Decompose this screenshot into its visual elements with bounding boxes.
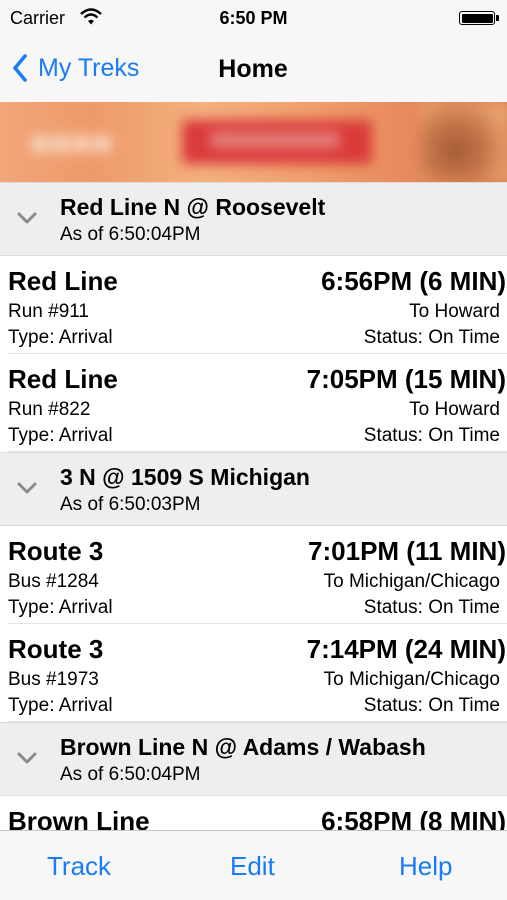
stop-updated-time: As of 6:50:04PM — [60, 224, 201, 245]
arrival-row[interactable]: Route 3 7:14PM (24 MIN) Bus #1973 To Mic… — [8, 624, 507, 722]
arrival-type: Type: Arrival — [8, 327, 113, 348]
arrival-row[interactable]: Red Line 6:56PM (6 MIN) Run #911 To Howa… — [8, 256, 507, 354]
arrivals-list[interactable]: Red Line N @ Roosevelt As of 6:50:04PM R… — [0, 182, 507, 830]
arrival-line: Route 3 — [8, 634, 104, 664]
arrival-vehicle: Run #822 — [8, 399, 91, 420]
status-clock: 6:50 PM — [219, 8, 288, 28]
stop-updated-time: As of 6:50:04PM — [60, 764, 201, 785]
arrival-vehicle: Bus #1284 — [8, 571, 99, 592]
chevron-down-icon[interactable] — [17, 752, 37, 764]
ad-banner-image: ■■■■ — [0, 102, 507, 182]
arrival-line: Brown Line — [8, 806, 150, 830]
stop-title: Red Line N @ Roosevelt — [60, 194, 326, 220]
arrival-type: Type: Arrival — [8, 597, 113, 618]
bottom-toolbar: Track Edit Help — [0, 830, 507, 900]
arrival-row[interactable]: Red Line 7:05PM (15 MIN) Run #822 To How… — [8, 354, 507, 452]
arrival-vehicle: Run #911 — [8, 301, 89, 322]
arrival-time: 6:56PM (6 MIN) — [321, 266, 506, 296]
page-title: Home — [0, 55, 507, 84]
ad-logo: ■■■■ — [30, 124, 113, 162]
arrival-vehicle: Bus #1973 — [8, 669, 99, 690]
arrival-status: Status: On Time — [363, 695, 500, 716]
page-title-text: Home — [218, 55, 288, 83]
arrival-row[interactable]: Route 3 7:01PM (11 MIN) Bus #1284 To Mic… — [8, 526, 507, 624]
ad-cta-text — [210, 132, 340, 148]
stop-section-header[interactable]: Red Line N @ Roosevelt As of 6:50:04PM — [0, 182, 507, 256]
arrival-status: Status: On Time — [363, 425, 500, 446]
arrival-type: Type: Arrival — [8, 695, 113, 716]
arrival-time: 7:14PM (24 MIN) — [306, 634, 506, 664]
arrival-destination: To Howard — [409, 399, 500, 420]
arrival-row[interactable]: Brown Line 6:58PM (8 MIN) — [8, 796, 507, 830]
status-bar: Carrier 6:50 PM — [0, 0, 507, 36]
arrival-time: 7:01PM (11 MIN) — [308, 536, 506, 566]
arrival-destination: To Howard — [409, 301, 500, 322]
ad-food-image — [420, 102, 507, 182]
battery-tip — [496, 15, 499, 21]
arrival-status: Status: On Time — [363, 597, 500, 618]
arrival-line: Red Line — [8, 266, 118, 296]
battery-icon — [459, 11, 495, 25]
help-button[interactable]: Help — [399, 851, 452, 882]
stop-section-header[interactable]: 3 N @ 1509 S Michigan As of 6:50:03PM — [0, 452, 507, 526]
edit-button[interactable]: Edit — [230, 851, 275, 882]
stop-section-header[interactable]: Brown Line N @ Adams / Wabash As of 6:50… — [0, 722, 507, 796]
stop-title: Brown Line N @ Adams / Wabash — [60, 734, 426, 760]
arrival-destination: To Michigan/Chicago — [323, 669, 500, 690]
chevron-down-icon[interactable] — [17, 482, 37, 494]
track-button[interactable]: Track — [47, 851, 111, 882]
navigation-bar: My Treks Home — [0, 36, 507, 102]
arrival-destination: To Michigan/Chicago — [323, 571, 500, 592]
stop-title: 3 N @ 1509 S Michigan — [60, 464, 310, 490]
stop-updated-time: As of 6:50:03PM — [60, 494, 201, 515]
arrival-time: 7:05PM (15 MIN) — [306, 364, 506, 394]
chevron-down-icon[interactable] — [17, 212, 37, 224]
arrival-status: Status: On Time — [363, 327, 500, 348]
arrival-type: Type: Arrival — [8, 425, 113, 446]
arrival-time: 6:58PM (8 MIN) — [321, 806, 506, 830]
arrival-line: Route 3 — [8, 536, 104, 566]
arrival-line: Red Line — [8, 364, 118, 394]
ad-banner[interactable]: ■■■■ — [0, 102, 507, 182]
